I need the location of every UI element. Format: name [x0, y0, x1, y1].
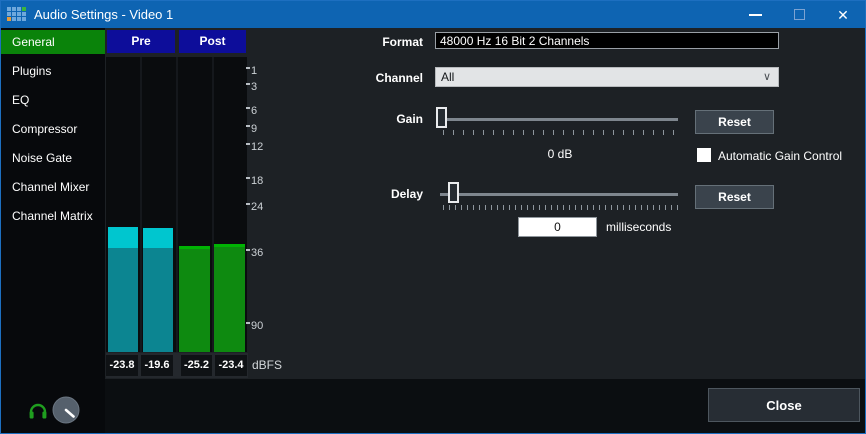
delay-slider-track[interactable] [440, 193, 678, 196]
channel-dropdown[interactable]: All ∨ [435, 67, 779, 87]
meter-unit-label: dBFS [252, 358, 282, 372]
titlebar: Audio Settings - Video 1 ✕ [1, 1, 865, 28]
channel-label: Channel [333, 71, 423, 85]
sidebar-item-noise-gate[interactable]: Noise Gate [1, 146, 105, 170]
meter-scale-tick: 3 [251, 81, 257, 93]
meter-scale-tick: 90 [251, 320, 263, 332]
meter-scale-tick: 9 [251, 123, 257, 135]
meter-bar-post-right [214, 244, 245, 352]
delay-slider[interactable] [435, 181, 685, 211]
meter-value-post-left: -25.2 [181, 355, 212, 376]
meter-divider [176, 57, 178, 352]
audio-level-meters [106, 57, 247, 352]
meter-bar-post-left [179, 246, 210, 352]
meter-body-segment [214, 247, 245, 352]
maximize-button[interactable] [777, 1, 821, 28]
delay-slider-thumb[interactable] [448, 182, 459, 203]
gain-slider-thumb[interactable] [436, 107, 447, 128]
window-controls: ✕ [733, 1, 865, 28]
sidebar-item-plugins[interactable]: Plugins [1, 59, 105, 83]
meter-peak-segment [108, 227, 138, 248]
gain-slider-track[interactable] [440, 118, 678, 121]
settings-sidebar: General Plugins EQ Compressor Noise Gate… [1, 28, 105, 433]
format-field[interactable] [435, 32, 779, 49]
meter-bar-pre-right [143, 228, 173, 352]
meter-scale-tick: 36 [251, 247, 263, 259]
meter-scale-tick: 1 [251, 65, 257, 77]
sidebar-item-compressor[interactable]: Compressor [1, 117, 105, 141]
maximize-icon [794, 9, 805, 20]
window-title: Audio Settings - Video 1 [34, 1, 173, 28]
delay-label: Delay [333, 187, 423, 201]
sidebar-item-channel-mixer[interactable]: Channel Mixer [1, 175, 105, 199]
headphones-monitor-icon[interactable] [28, 401, 48, 421]
sidebar-item-eq[interactable]: EQ [1, 88, 105, 112]
sidebar-item-channel-matrix[interactable]: Channel Matrix [1, 204, 105, 228]
gain-slider-ticks [443, 130, 679, 135]
meter-divider [140, 57, 142, 352]
delay-slider-ticks [443, 205, 679, 210]
meter-body-segment [108, 248, 138, 352]
meter-scale-tick: 18 [251, 175, 263, 187]
meter-body-segment [143, 248, 173, 352]
gain-slider[interactable] [435, 106, 685, 136]
app-logo-icon [7, 7, 26, 21]
audio-settings-window: Audio Settings - Video 1 ✕ General Plugi… [0, 0, 866, 434]
gain-reset-button[interactable]: Reset [695, 110, 774, 134]
meter-value-pre-left: -23.8 [106, 355, 138, 376]
meter-value-post-right: -23.4 [215, 355, 247, 376]
meter-scale-tick: 6 [251, 105, 257, 117]
gain-value-label: 0 dB [435, 147, 685, 161]
format-label: Format [333, 35, 423, 49]
meter-bar-pre-left [108, 227, 138, 352]
milliseconds-label: milliseconds [606, 220, 671, 234]
minimize-button[interactable] [733, 1, 777, 28]
volume-knob[interactable] [52, 396, 80, 424]
chevron-down-icon: ∨ [763, 68, 771, 87]
close-icon: ✕ [837, 8, 849, 22]
sidebar-item-general[interactable]: General [1, 30, 105, 54]
gain-label: Gain [333, 112, 423, 126]
meter-scale-tick: 12 [251, 141, 263, 153]
automatic-gain-control-label: Automatic Gain Control [718, 149, 842, 163]
channel-selected-value: All [441, 70, 454, 84]
automatic-gain-control-checkbox[interactable] [697, 148, 711, 162]
post-meter-header: Post [179, 30, 246, 53]
close-button[interactable]: Close [708, 388, 860, 422]
delay-reset-button[interactable]: Reset [695, 185, 774, 209]
meter-value-pre-right: -19.6 [141, 355, 173, 376]
meter-scale-tick: 24 [251, 201, 263, 213]
general-settings-panel: Pre Post 1 3 6 9 12 18 24 36 90 -23.8 -1… [105, 28, 865, 379]
meter-body-segment [179, 249, 210, 352]
meter-readout-strip: -23.8 -19.6 -25.2 -23.4 [106, 353, 248, 378]
minimize-icon [749, 14, 762, 16]
close-window-button[interactable]: ✕ [821, 1, 865, 28]
delay-milliseconds-field[interactable] [518, 217, 597, 237]
meter-peak-segment [143, 228, 173, 248]
pre-meter-header: Pre [107, 30, 175, 53]
